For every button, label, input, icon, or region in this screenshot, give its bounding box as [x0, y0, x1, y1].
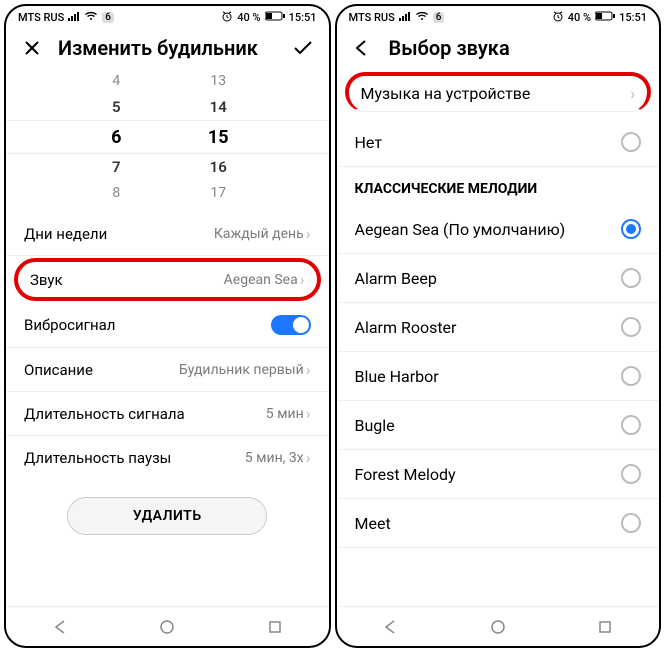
row-pause-length[interactable]: Длительность паузы 5 мин, 3x›: [6, 436, 329, 479]
wifi-icon: [84, 11, 98, 24]
nav-back-icon[interactable]: [382, 619, 398, 635]
nav-bar: [6, 606, 329, 646]
battery-icon: [265, 11, 285, 24]
battery-pct: 40 %: [568, 11, 591, 24]
carrier: MTS RUS: [349, 11, 395, 24]
row-signal-length[interactable]: Длительность сигнала 5 мин›: [6, 392, 329, 436]
clock: 15:51: [619, 11, 647, 24]
radio-icon[interactable]: [621, 415, 641, 435]
radio-icon[interactable]: [621, 132, 641, 152]
chevron-right-icon: ›: [306, 448, 311, 467]
signal-icon: [68, 11, 80, 24]
section-title: КЛАССИЧЕСКИЕ МЕЛОДИИ: [337, 167, 660, 205]
row-sound[interactable]: Звук Aegean Sea›: [14, 258, 321, 301]
nav-home-icon[interactable]: [490, 619, 506, 635]
row-days[interactable]: Дни недели Каждый день›: [6, 212, 329, 256]
nav-back-icon[interactable]: [52, 619, 68, 635]
sound-item[interactable]: Blue Harbor: [337, 352, 660, 401]
page-title: Изменить будильник: [58, 36, 277, 60]
row-device-music[interactable]: Музыка на устройстве ›: [345, 72, 652, 112]
radio-icon[interactable]: [621, 464, 641, 484]
clock: 15:51: [289, 11, 317, 24]
radio-icon[interactable]: [621, 268, 641, 288]
status-bar: MTS RUS 6 40 % 15:51: [6, 6, 329, 28]
back-icon[interactable]: [351, 36, 375, 60]
sound-item[interactable]: Forest Melody: [337, 450, 660, 499]
chevron-right-icon: ›: [306, 224, 311, 243]
radio-icon[interactable]: [621, 513, 641, 533]
radio-icon[interactable]: [621, 366, 641, 386]
status-bar: MTS RUS 6 40 % 15:51: [337, 6, 660, 28]
nav-home-icon[interactable]: [159, 619, 175, 635]
wifi-icon: [415, 11, 429, 24]
radio-icon[interactable]: [621, 317, 641, 337]
row-vibration[interactable]: Вибросигнал: [6, 303, 329, 348]
phone-edit-alarm: MTS RUS 6 40 % 15:51: [4, 4, 331, 648]
header: Изменить будильник: [6, 28, 329, 66]
nav-recent-icon[interactable]: [597, 619, 613, 635]
battery-icon: [595, 11, 615, 24]
delete-button[interactable]: УДАЛИТЬ: [67, 497, 267, 535]
signal-icon: [399, 11, 411, 24]
time-picker[interactable]: 413 514 615 716 817: [6, 66, 329, 212]
chevron-right-icon: ›: [306, 360, 311, 379]
close-icon[interactable]: [20, 36, 44, 60]
chevron-right-icon: ›: [306, 404, 311, 423]
nav-bar: [337, 606, 660, 646]
confirm-icon[interactable]: [291, 36, 315, 60]
header: Выбор звука: [337, 28, 660, 66]
chevron-right-icon: ›: [630, 84, 635, 103]
phone-sound-select: MTS RUS 6 40 % 15:51 Выбор звука Музыка …: [335, 4, 662, 648]
sound-item[interactable]: Alarm Rooster: [337, 303, 660, 352]
page-title: Выбор звука: [389, 36, 646, 60]
battery-pct: 40 %: [237, 11, 260, 24]
vibration-toggle[interactable]: [271, 315, 311, 335]
sound-item[interactable]: Meet: [337, 499, 660, 548]
sound-item[interactable]: Alarm Beep: [337, 254, 660, 303]
chevron-right-icon: ›: [300, 270, 305, 289]
sound-item[interactable]: Bugle: [337, 401, 660, 450]
row-description[interactable]: Описание Будильник первый›: [6, 348, 329, 392]
nav-recent-icon[interactable]: [267, 619, 283, 635]
radio-icon[interactable]: [621, 219, 641, 239]
carrier: MTS RUS: [18, 11, 64, 24]
alarm-icon: [221, 10, 233, 25]
sound-item[interactable]: Aegean Sea (По умолчанию): [337, 205, 660, 254]
alarm-icon: [552, 10, 564, 25]
notif-badge: 6: [433, 12, 445, 23]
row-none[interactable]: Нет: [337, 118, 660, 167]
notif-badge: 6: [102, 12, 114, 23]
